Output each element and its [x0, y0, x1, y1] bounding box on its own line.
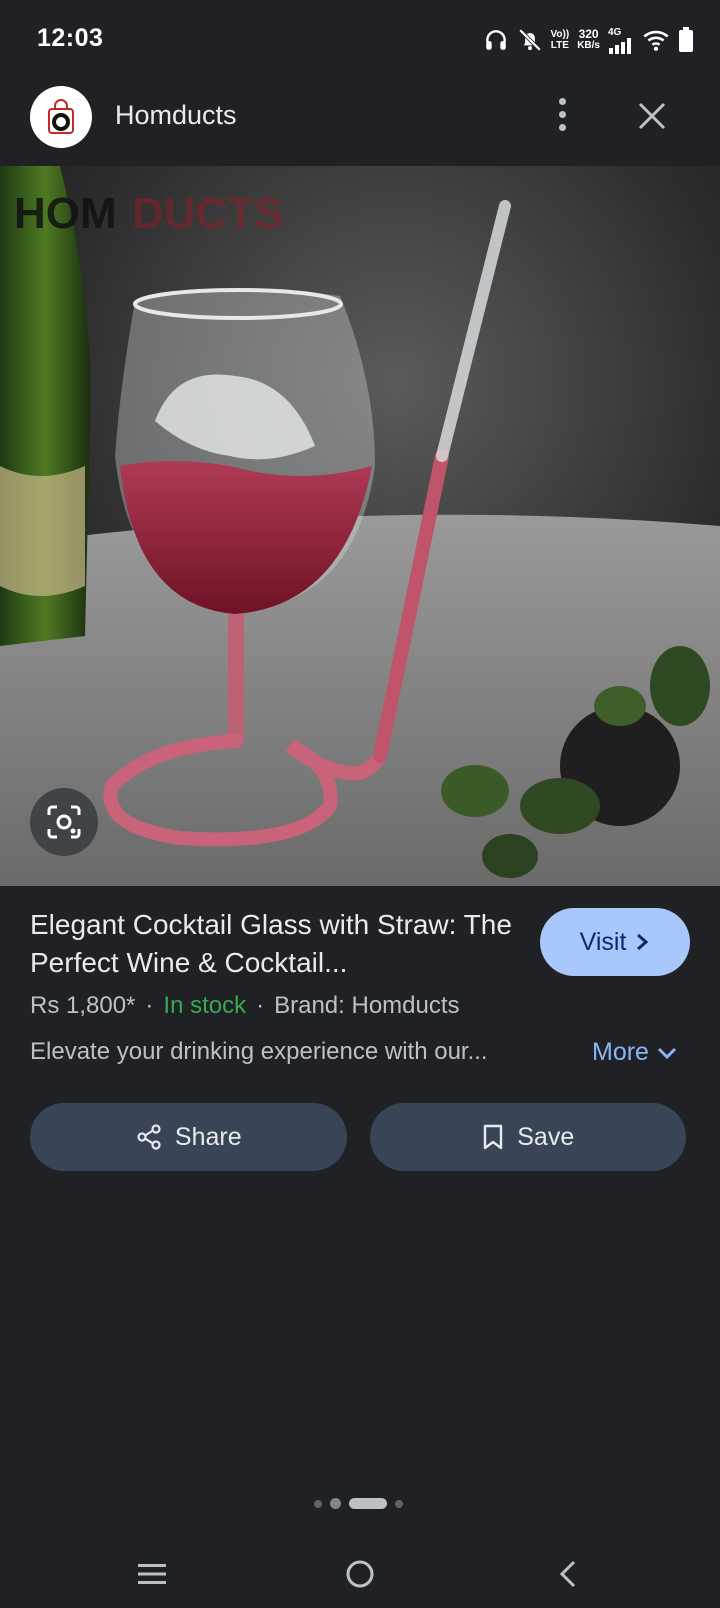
page-dot [395, 1499, 403, 1508]
watermark-dark: HOM [14, 189, 117, 238]
status-bar: 12:03 Vo)) LTE 320 KB/s 4G [0, 0, 720, 80]
save-button[interactable]: Save [369, 1103, 686, 1171]
close-icon[interactable] [632, 96, 672, 136]
network-type: 4G [608, 26, 622, 38]
product-brand: Brand: Homducts [274, 992, 460, 1019]
save-label: Save [517, 1122, 575, 1151]
result-header: Homducts [0, 80, 720, 166]
headphones-icon [483, 27, 509, 53]
signal-icon [608, 37, 634, 54]
status-icons: Vo)) LTE 320 KB/s 4G [483, 24, 695, 56]
menu-icon[interactable] [132, 1554, 172, 1594]
site-logo[interactable] [30, 86, 92, 148]
speed-unit: KB/s [577, 40, 600, 51]
bell-off-icon [517, 27, 543, 53]
separator: · [145, 992, 154, 1019]
action-buttons: Share Save [30, 1103, 686, 1171]
battery-icon [678, 27, 694, 53]
product-description: Elevate your drinking experience with ou… [30, 1038, 488, 1065]
lens-icon[interactable] [30, 788, 98, 856]
more-label: More [592, 1038, 649, 1066]
volte-indicator: Vo)) LTE [551, 29, 570, 51]
volte-bottom: LTE [550, 40, 569, 51]
share-label: Share [174, 1122, 242, 1151]
product-photo: HOM DUCTS [0, 166, 720, 886]
home-icon[interactable] [340, 1554, 380, 1594]
visit-label: Visit [579, 927, 627, 956]
signal-group: 4G [608, 27, 634, 54]
product-title[interactable]: Elegant Cocktail Glass with Straw: The P… [30, 906, 520, 982]
separator: · [256, 992, 265, 1019]
visit-button[interactable]: Visit [540, 908, 690, 976]
watermark-red: DUCTS [132, 189, 284, 238]
status-time: 12:03 [37, 24, 104, 52]
site-name[interactable]: Homducts [115, 100, 237, 131]
page-dot [330, 1498, 341, 1509]
page-dot [314, 1499, 322, 1508]
more-button[interactable]: More [592, 1038, 677, 1067]
product-price: Rs 1,800* [30, 992, 136, 1019]
bookmark-icon [484, 1124, 503, 1150]
speed-value: 320 [578, 27, 599, 41]
page-indicator [314, 1498, 403, 1509]
product-image[interactable]: HOM DUCTS [0, 166, 720, 886]
product-meta: Rs 1,800* · In stock · Brand: Homducts [30, 992, 460, 1020]
shopping-bag-icon [48, 99, 74, 134]
back-icon[interactable] [548, 1554, 588, 1594]
share-icon [137, 1124, 161, 1150]
volte-top: Vo)) [550, 29, 570, 40]
page-dot-active [349, 1498, 387, 1509]
share-button[interactable]: Share [30, 1103, 347, 1171]
more-vert-icon[interactable] [546, 94, 578, 134]
network-speed: 320 KB/s [577, 27, 600, 51]
system-nav-bar [0, 1540, 720, 1608]
stock-status: In stock [163, 992, 247, 1019]
chevron-right-icon [637, 933, 649, 951]
wifi-icon [642, 27, 670, 53]
chevron-down-icon [657, 1047, 677, 1059]
